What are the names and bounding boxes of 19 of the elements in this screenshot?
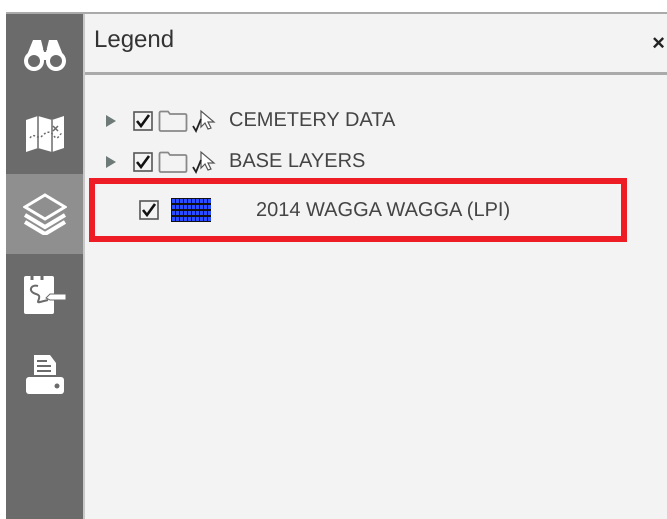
expand-arrow-icon[interactable] bbox=[105, 114, 116, 126]
printer-icon bbox=[24, 353, 64, 395]
layer-label[interactable]: BASE LAYERS bbox=[229, 150, 366, 173]
sidebar-item[interactable] bbox=[6, 174, 83, 254]
pointer-check-icon[interactable] bbox=[191, 108, 217, 132]
close-button[interactable]: × bbox=[652, 30, 667, 56]
folder-icon bbox=[158, 110, 188, 132]
panel-title: Legend bbox=[94, 26, 174, 54]
expand-arrow-icon[interactable] bbox=[105, 156, 116, 168]
layer-label[interactable]: CEMETERY DATA bbox=[229, 109, 396, 132]
checkbox[interactable] bbox=[133, 152, 153, 172]
folder-icon bbox=[158, 150, 188, 172]
map-icon bbox=[24, 114, 64, 154]
layer-label[interactable]: 2014 WAGGA WAGGA (LPI) bbox=[256, 198, 510, 222]
layers-icon bbox=[22, 193, 66, 235]
checkbox[interactable] bbox=[139, 200, 159, 220]
raster-thumbnail-icon bbox=[171, 198, 211, 222]
pointer-check-icon[interactable] bbox=[191, 150, 217, 174]
checkbox[interactable] bbox=[133, 110, 153, 130]
